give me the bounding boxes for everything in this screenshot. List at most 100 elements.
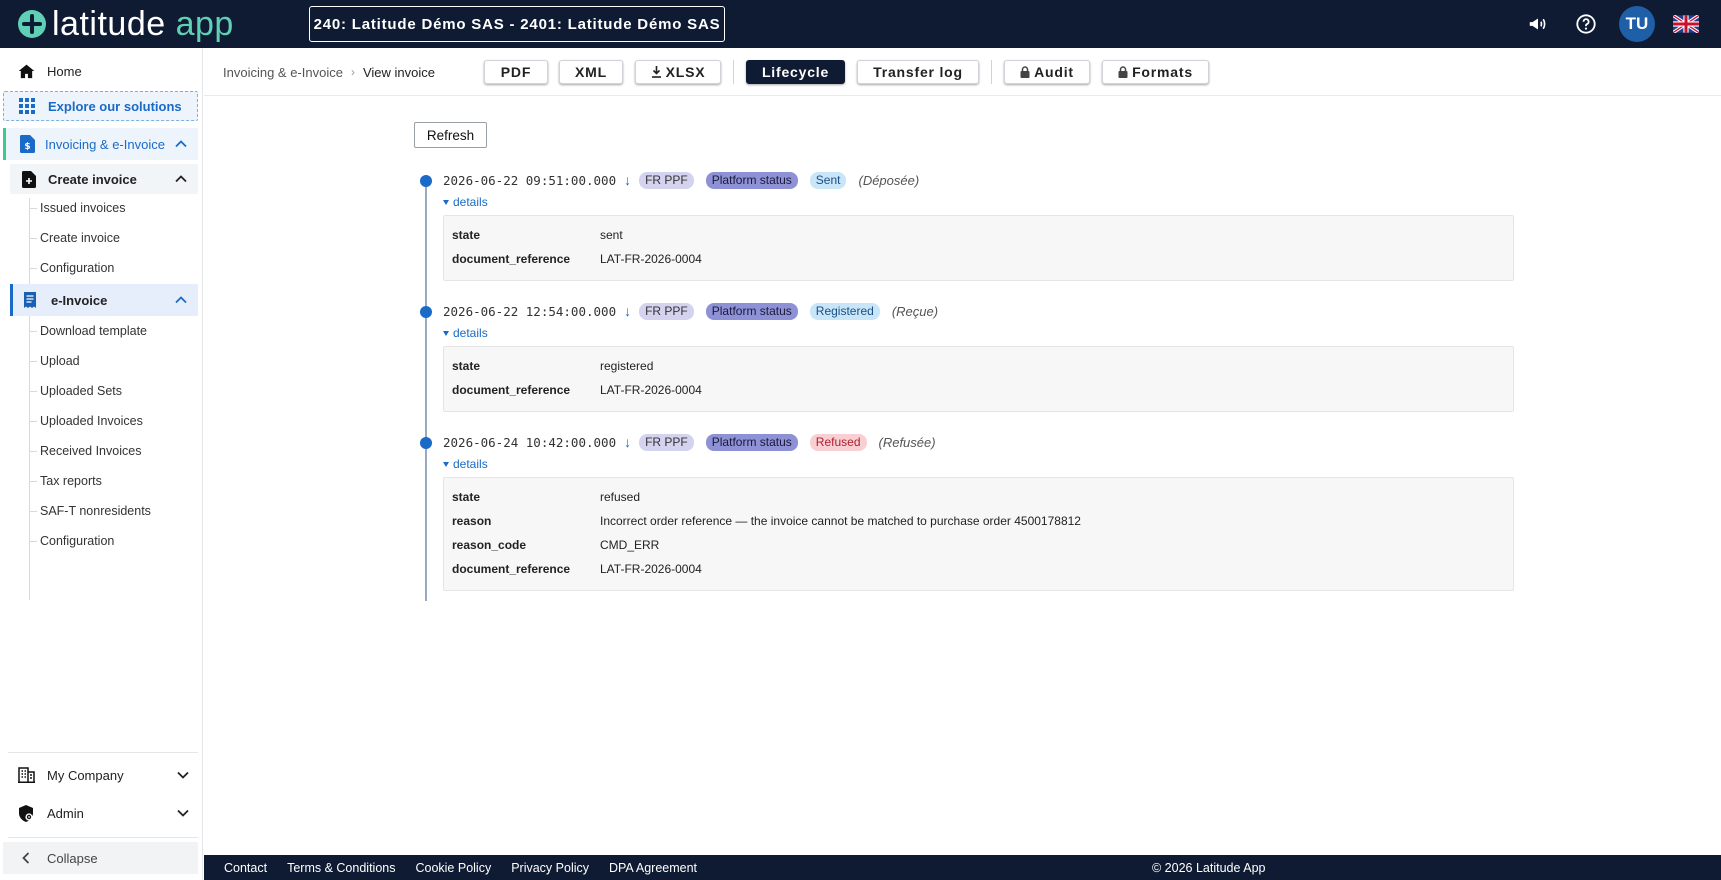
svg-text:$: $	[24, 142, 30, 152]
chevron-down-icon[interactable]	[176, 806, 190, 820]
formats-tab[interactable]: Formats	[1102, 60, 1209, 84]
formats-label: Formats	[1132, 64, 1193, 80]
transfer-log-tab[interactable]: Transfer log	[857, 60, 979, 84]
sidebar-item-explore[interactable]: Explore our solutions	[3, 91, 198, 121]
source-badge: FR PPF	[639, 171, 694, 189]
audit-label: Audit	[1034, 64, 1074, 80]
logo-icon	[18, 10, 46, 38]
details-toggle[interactable]: details	[443, 457, 488, 471]
help-icon[interactable]	[1571, 9, 1601, 39]
refresh-button[interactable]: Refresh	[414, 122, 487, 148]
sidebar-item-einvoice-configuration[interactable]: Configuration	[40, 531, 114, 551]
detail-key: reason_code	[452, 538, 527, 552]
footer-copyright: © 2026 Latitude App	[1152, 860, 1266, 875]
breadcrumb: Invoicing & e-Invoice › View invoice	[223, 48, 435, 96]
toolbar-separator	[991, 60, 992, 84]
sidebar-item-tax-reports[interactable]: Tax reports	[40, 471, 102, 491]
lifecycle-tab[interactable]: Lifecycle	[746, 60, 845, 84]
building-icon	[17, 766, 35, 784]
footer-link-privacy[interactable]: Privacy Policy	[511, 861, 589, 875]
audit-tab[interactable]: Audit	[1004, 60, 1090, 84]
tree-tick	[29, 481, 37, 482]
footer-link-cookie[interactable]: Cookie Policy	[415, 861, 491, 875]
timeline-event-header: 2026-06-24 10:42:00.000 ↓ FR PPF Platfor…	[443, 431, 936, 453]
sidebar-my-company-label: My Company	[47, 767, 124, 783]
sidebar-admin-label: Admin	[47, 805, 84, 821]
original-status: (Déposée)	[858, 172, 920, 188]
caret-down-icon	[443, 330, 449, 336]
sidebar-item-received-invoices[interactable]: Received Invoices	[40, 441, 141, 461]
chevron-left-icon	[17, 849, 35, 867]
breadcrumb-current: View invoice	[362, 64, 435, 80]
footer-link-contact[interactable]: Contact	[224, 861, 267, 875]
details-toggle[interactable]: details	[443, 195, 488, 209]
xml-button[interactable]: XML	[559, 60, 623, 84]
breadcrumb-parent[interactable]: Invoicing & e-Invoice	[223, 65, 343, 80]
detail-key: reason	[452, 514, 492, 528]
xlsx-label: XLSX	[665, 64, 706, 80]
type-badge: Platform status	[705, 433, 798, 451]
detail-key: state	[452, 228, 481, 242]
detail-value: CMD_ERR	[600, 538, 660, 552]
pdf-button[interactable]: PDF	[484, 60, 548, 84]
sidebar-item-uploaded-invoices[interactable]: Uploaded Invoices	[40, 411, 143, 431]
tree-tick	[29, 361, 37, 362]
details-toggle[interactable]: details	[443, 326, 488, 340]
sidebar-divider	[8, 752, 198, 753]
file-plus-icon	[20, 170, 38, 188]
app-logo[interactable]: latitude app	[18, 0, 234, 48]
details-panel: state registered document_reference LAT-FR…	[443, 346, 1514, 412]
timeline-event-header: 2026-06-22 09:51:00.000 ↓ FR PPF Platfor…	[443, 169, 919, 191]
sidebar-item-home[interactable]: Home	[0, 56, 200, 86]
tree-line	[29, 320, 30, 600]
sidebar-create-invoice-label: Create invoice	[48, 171, 137, 187]
sidebar-item-my-company[interactable]: My Company	[0, 759, 200, 791]
event-timestamp: 2026-06-22 09:51:00.000	[443, 172, 617, 188]
sidebar-collapse-button[interactable]: Collapse	[3, 842, 198, 874]
sidebar-item-saft-nonresidents[interactable]: SAF-T nonresidents	[40, 501, 151, 521]
sidebar-item-uploaded-sets[interactable]: Uploaded Sets	[40, 381, 122, 401]
chevron-up-icon[interactable]	[174, 137, 188, 151]
sidebar-item-einvoice[interactable]: e-Invoice	[10, 284, 198, 316]
details-label: details	[453, 195, 488, 209]
sidebar-item-issued-invoices[interactable]: Issued invoices	[40, 198, 125, 218]
download-icon	[651, 66, 661, 78]
sidebar-item-admin[interactable]: Admin	[0, 797, 200, 829]
sidebar-item-upload[interactable]: Upload	[40, 351, 80, 371]
sidebar-item-configuration[interactable]: Configuration	[40, 258, 114, 278]
status-badge: Sent	[809, 171, 847, 189]
detail-key: document_reference	[452, 562, 571, 576]
user-avatar[interactable]: TU	[1619, 6, 1655, 42]
breadcrumb-separator-icon: ›	[350, 65, 355, 79]
xlsx-button[interactable]: XLSX	[635, 60, 721, 84]
tenant-selector[interactable]: 240: Latitude Démo SAS - 2401: Latitude …	[309, 6, 725, 42]
detail-value: refused	[600, 490, 641, 504]
chevron-up-icon[interactable]	[174, 172, 188, 186]
footer-link-terms[interactable]: Terms & Conditions	[287, 861, 395, 875]
chevron-down-icon[interactable]	[176, 768, 190, 782]
sidebar-invoicing-label: Invoicing & e-Invoice	[45, 136, 165, 152]
tree-tick	[29, 541, 37, 542]
footer: Contact Terms & Conditions Cookie Policy…	[204, 855, 1721, 880]
footer-link-dpa[interactable]: DPA Agreement	[609, 861, 697, 875]
sidebar-item-create-invoice-sub[interactable]: Create invoice	[40, 228, 120, 248]
event-timestamp: 2026-06-24 10:42:00.000	[443, 434, 617, 450]
language-flag-icon[interactable]	[1673, 15, 1699, 33]
lock-icon	[1118, 66, 1128, 78]
shield-gear-icon	[17, 804, 35, 822]
tree-tick	[29, 331, 37, 332]
caret-down-icon	[443, 199, 449, 205]
detail-key: document_reference	[452, 252, 571, 266]
sidebar-item-invoicing[interactable]: $ Invoicing & e-Invoice	[3, 128, 198, 160]
sidebar-item-create-invoice[interactable]: Create invoice	[10, 164, 198, 194]
details-label: details	[453, 457, 488, 471]
announcements-icon[interactable]	[1523, 9, 1553, 39]
page-toolbar: Invoicing & e-Invoice › View invoice PDF…	[204, 48, 1721, 96]
tree-tick	[29, 268, 37, 269]
tree-tick	[29, 421, 37, 422]
tree-tick	[29, 238, 37, 239]
chevron-up-icon[interactable]	[174, 293, 188, 307]
header-actions: TU	[1523, 0, 1721, 48]
incoming-arrow-icon: ↓	[624, 303, 632, 319]
sidebar-item-download-template[interactable]: Download template	[40, 321, 147, 341]
